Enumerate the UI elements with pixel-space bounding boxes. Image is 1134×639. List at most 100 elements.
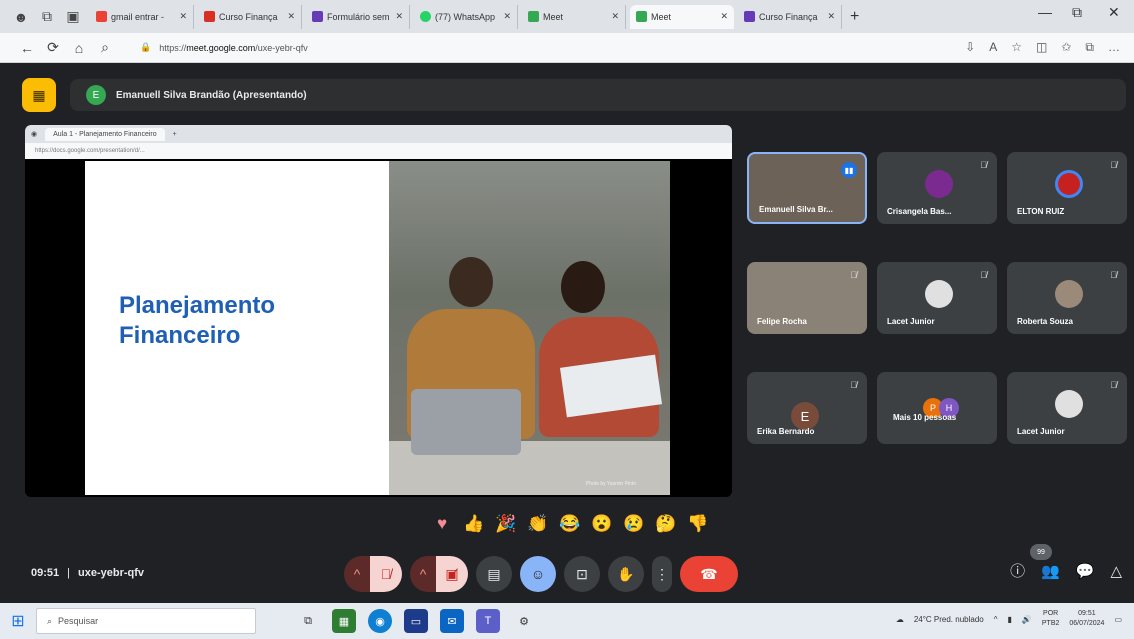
tab-actions-icon[interactable]: ▣	[60, 4, 86, 30]
volume-icon[interactable]: 🔊	[1022, 615, 1032, 624]
restore-icon[interactable]: ⧉	[1072, 4, 1082, 21]
participant-tile-felipe[interactable]: 🎙̸ Felipe Rocha	[747, 262, 867, 334]
tab-gmail[interactable]: gmail entrar - ✕	[90, 4, 194, 29]
participant-tile-elton[interactable]: 🎙̸ ELTON RUIZ	[1007, 152, 1127, 224]
weather-text[interactable]: 24°C Pred. nublado	[914, 615, 984, 624]
tab-whatsapp[interactable]: (77) WhatsApp ✕	[414, 4, 518, 29]
thinking-reaction-icon[interactable]: 🤔	[654, 512, 678, 536]
surprised-reaction-icon[interactable]: 😮	[590, 512, 614, 536]
minimize-icon[interactable]: —	[1038, 4, 1052, 20]
read-aloud-icon[interactable]: A	[989, 40, 997, 55]
shared-address: https://docs.google.com/presentation/d/.…	[25, 143, 732, 159]
favorite-icon[interactable]: ☆	[1011, 40, 1022, 55]
close-tab-icon[interactable]: ✕	[827, 11, 835, 22]
mic-options-icon[interactable]: ^	[344, 556, 370, 592]
weather-icon: ☁	[895, 614, 904, 624]
url-field[interactable]: 🔒 https://meet.google.com/uxe-yebr-qfv	[140, 42, 308, 53]
tab-curso-1[interactable]: Curso Finança ✕	[198, 4, 302, 29]
present-layout-icon[interactable]: ▦	[22, 78, 56, 112]
participant-tile-erika[interactable]: 🎙̸ E Erika Bernardo	[747, 372, 867, 444]
tab-curso-2[interactable]: Curso Finança ✕	[738, 4, 842, 29]
close-window-icon[interactable]: ✕	[1108, 4, 1120, 21]
info-icon[interactable]: ⓘ	[1010, 560, 1025, 581]
avatar	[925, 280, 953, 308]
back-icon[interactable]: ←	[14, 40, 40, 56]
profile-icon[interactable]: ☻	[8, 4, 34, 30]
camera-off-button[interactable]: ▣̸	[436, 556, 468, 592]
close-tab-icon[interactable]: ✕	[503, 11, 511, 22]
presenter-label: Emanuell Silva Brandão (Apresentando)	[116, 89, 307, 101]
tab-formulario[interactable]: Formulário sem ✕	[306, 4, 410, 29]
tray-expand-icon[interactable]: ^	[994, 615, 998, 624]
mic-off-icon: 🎙̸	[850, 270, 857, 280]
avatar	[1055, 170, 1083, 198]
leave-call-button[interactable]: ☎	[680, 556, 738, 592]
present-button[interactable]: ⊡	[564, 556, 600, 592]
search-icon[interactable]: ⌕	[92, 39, 118, 56]
presenter-bar: E Emanuell Silva Brandão (Apresentando)	[70, 79, 1126, 111]
shared-tab: Aula 1 - Planejamento Financeiro	[45, 127, 165, 141]
site-icon	[204, 11, 215, 22]
participant-tile-more[interactable]: P H Mais 10 pessoas	[877, 372, 997, 444]
tab-meet-1[interactable]: Meet ✕	[522, 4, 626, 29]
notifications-icon[interactable]: ▭	[1114, 615, 1122, 624]
taskbar-clock[interactable]: 09:51 06/07/2024	[1069, 609, 1104, 629]
close-tab-icon[interactable]: ✕	[179, 11, 187, 22]
workspaces-icon[interactable]: ⧉	[34, 4, 60, 30]
more-options-icon[interactable]: ⋮	[652, 556, 672, 592]
emoji-button[interactable]: ☺	[520, 556, 556, 592]
task-view-icon[interactable]: ⧉	[296, 609, 320, 633]
split-screen-icon[interactable]: ◫	[1036, 40, 1047, 55]
language-indicator[interactable]: POR PTB2	[1042, 609, 1060, 629]
party-reaction-icon[interactable]: 🎉	[494, 512, 518, 536]
thumbs-up-reaction-icon[interactable]: 👍	[462, 512, 486, 536]
mic-off-icon: 🎙̸	[980, 160, 987, 170]
teams-icon[interactable]: T	[476, 609, 500, 633]
mic-off-button[interactable]: 🎙̸	[370, 556, 402, 592]
close-tab-icon[interactable]: ✕	[720, 11, 728, 22]
sad-reaction-icon[interactable]: 😢	[622, 512, 646, 536]
participant-tile-lacet-2[interactable]: 🎙̸ Lacet Junior	[1007, 372, 1127, 444]
shared-screen: ◉ Aula 1 - Planejamento Financeiro + htt…	[25, 125, 732, 497]
tab-meet-active[interactable]: Meet ✕	[630, 4, 734, 29]
thumbs-down-reaction-icon[interactable]: 👎	[686, 512, 710, 536]
reload-icon[interactable]: ⟳	[40, 39, 66, 56]
separator: |	[67, 567, 70, 579]
windows-start-icon[interactable]: ⊞	[0, 603, 36, 639]
system-tray: ☁ 24°C Pred. nublado ^ ▮ 🔊 POR PTB2 09:5…	[896, 609, 1122, 629]
settings-icon[interactable]: ⚙	[512, 609, 536, 633]
home-icon[interactable]: ⌂	[66, 40, 92, 56]
participant-tile-emanuell[interactable]: ▮▮ Emanuell Silva Br...	[747, 152, 867, 224]
call-controls: ^ 🎙̸ ^ ▣̸ ▤ ☺ ⊡ ✋ ⋮ ☎	[344, 556, 738, 592]
explorer-icon[interactable]: ▭	[404, 609, 428, 633]
close-tab-icon[interactable]: ✕	[395, 11, 403, 22]
clap-reaction-icon[interactable]: 👏	[526, 512, 550, 536]
slide-photo: Photo by Yasmin Pinto	[389, 161, 670, 495]
raise-hand-button[interactable]: ✋	[608, 556, 644, 592]
store-icon[interactable]: ▦	[332, 609, 356, 633]
network-icon[interactable]: ▮	[1008, 615, 1012, 624]
mic-off-icon: 🎙̸	[1110, 160, 1117, 170]
new-tab-icon[interactable]: +	[850, 8, 859, 26]
collections-icon[interactable]: ⧉	[1085, 40, 1094, 55]
participant-tile-crisangela[interactable]: 🎙̸ Crisangela Bas...	[877, 152, 997, 224]
close-tab-icon[interactable]: ✕	[287, 11, 295, 22]
close-tab-icon[interactable]: ✕	[611, 11, 619, 22]
activities-icon[interactable]: △	[1110, 562, 1122, 580]
mail-icon[interactable]: ✉	[440, 609, 464, 633]
camera-options-icon[interactable]: ^	[410, 556, 436, 592]
meet-icon	[636, 11, 647, 22]
captions-button[interactable]: ▤	[476, 556, 512, 592]
forms-icon	[744, 11, 755, 22]
more-icon[interactable]: …	[1108, 40, 1120, 55]
favorites-icon[interactable]: ✩	[1061, 40, 1071, 55]
laugh-reaction-icon[interactable]: 😂	[558, 512, 582, 536]
download-icon[interactable]: ⇩	[965, 40, 975, 55]
chat-icon[interactable]: 💬	[1076, 562, 1095, 580]
people-icon[interactable]: 👥	[1041, 562, 1060, 580]
participant-tile-roberta[interactable]: 🎙̸ Roberta Souza	[1007, 262, 1127, 334]
edge-icon[interactable]: ◉	[368, 609, 392, 633]
heart-reaction-icon[interactable]: ♥	[430, 512, 454, 536]
participant-tile-lacet[interactable]: 🎙̸ Lacet Junior	[877, 262, 997, 334]
taskbar-search[interactable]: ⌕ Pesquisar	[36, 608, 256, 634]
